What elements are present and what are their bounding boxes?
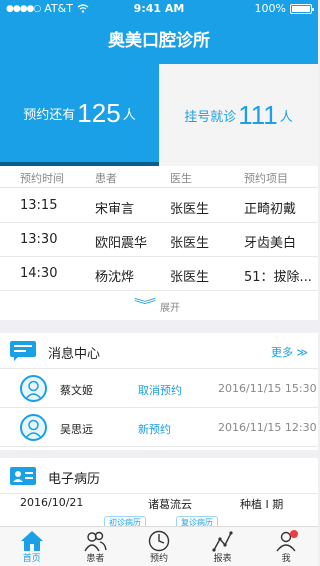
appointment-time: 13:15 bbox=[20, 198, 58, 213]
tab-label: 预约 bbox=[149, 554, 168, 564]
patient-name: 宋审言 bbox=[95, 202, 135, 217]
tab-appointments[interactable]: 预约 bbox=[127, 527, 191, 566]
medical-records-header: 电子病历 bbox=[0, 458, 318, 494]
chart-icon bbox=[211, 531, 233, 552]
double-chevron-right-icon: ≫ bbox=[296, 346, 308, 359]
page-title: 奥美口腔诊所 bbox=[108, 31, 210, 51]
battery-icon bbox=[290, 3, 314, 14]
message-datetime: 2016/11/15 12:30 bbox=[218, 421, 317, 434]
list-item[interactable]: 吴思远 新预约 2016/11/15 12:30 bbox=[0, 409, 318, 447]
appointment-table: 预约时间 患者 医生 预约项目 13:15 宋审言 张医生 正畸初戴 13:30… bbox=[0, 166, 318, 320]
status-bar: ●●●●○ AT&T 9:41 AM 100% bbox=[0, 0, 318, 18]
tab-label: 报表 bbox=[213, 554, 232, 564]
tab-home[interactable]: 首页 bbox=[0, 527, 64, 566]
appointment-time: 13:30 bbox=[20, 232, 58, 247]
record-patient: 诸葛流云 bbox=[148, 498, 192, 511]
follow-up-record-tag[interactable]: 复诊病历 bbox=[176, 516, 218, 526]
id-card-icon bbox=[10, 467, 36, 485]
message-sender: 蔡文姬 bbox=[60, 384, 93, 397]
table-header: 预约时间 患者 医生 预约项目 bbox=[0, 166, 318, 188]
tab-bar: 首页 患者 预约 报表 我 bbox=[0, 526, 318, 566]
walkins-stat-unit: 人 bbox=[279, 109, 293, 125]
tab-label: 我 bbox=[281, 554, 291, 564]
message-icon bbox=[10, 341, 36, 361]
home-icon bbox=[20, 531, 43, 551]
expand-button[interactable]: ︾ 展开 bbox=[0, 294, 318, 318]
chevron-down-icon: ︾ bbox=[133, 298, 157, 314]
appointment-item: 正畸初戴 bbox=[244, 202, 297, 217]
patient-name: 杨沈烨 bbox=[95, 270, 135, 285]
app-header: ●●●●○ AT&T 9:41 AM 100% 奥美口腔诊所 bbox=[0, 0, 318, 64]
message-datetime: 2016/11/15 15:30 bbox=[218, 382, 317, 395]
doctor-name: 张医生 bbox=[170, 270, 210, 285]
avatar bbox=[20, 414, 47, 441]
appointments-stat-value: 125 bbox=[77, 97, 121, 128]
list-item[interactable]: 蔡文姬 取消预约 2016/11/15 15:30 bbox=[0, 370, 318, 408]
first-visit-record-tag[interactable]: 初诊病历 bbox=[104, 516, 146, 526]
appointments-stat-unit: 人 bbox=[122, 107, 136, 123]
expand-label: 展开 bbox=[160, 302, 180, 314]
appointments-stat-tab[interactable]: 预约还有 125 人 bbox=[0, 64, 159, 166]
walkins-stat-value: 111 bbox=[238, 99, 278, 130]
stats-panel: 预约还有 125 人 挂号就诊 111 人 bbox=[0, 64, 318, 166]
tab-patients[interactable]: 患者 bbox=[64, 527, 128, 566]
tab-label: 首页 bbox=[22, 554, 41, 564]
appointment-time: 14:30 bbox=[20, 266, 58, 281]
table-row[interactable]: 13:30 欧阳震华 张医生 牙齿美白 bbox=[0, 223, 318, 257]
record-item: 种植 I 期 bbox=[240, 498, 284, 511]
medical-records: 电子病历 2016/10/21 诸葛流云 种植 I 期 初诊病历 复诊病历 bbox=[0, 458, 318, 526]
message-center-title: 消息中心 bbox=[48, 347, 101, 362]
tab-me[interactable]: 我 bbox=[254, 527, 318, 566]
doctor-name: 张医生 bbox=[170, 236, 210, 251]
column-header: 医生 bbox=[170, 172, 192, 185]
walkins-stat-tab[interactable]: 挂号就诊 111 人 bbox=[159, 64, 318, 166]
doctor-name: 张医生 bbox=[170, 202, 210, 217]
appointment-item: 51：拔除... bbox=[244, 270, 312, 285]
column-header: 预约时间 bbox=[20, 172, 64, 185]
more-link[interactable]: 更多 ≫ bbox=[271, 344, 308, 360]
appointment-item: 牙齿美白 bbox=[244, 236, 297, 251]
patient-name: 欧阳震华 bbox=[95, 236, 148, 251]
walkins-stat-label: 挂号就诊 bbox=[184, 109, 237, 125]
message-center-header: 消息中心 更多 ≫ bbox=[0, 333, 318, 369]
message-action: 新预约 bbox=[138, 423, 171, 436]
more-label: 更多 bbox=[270, 346, 293, 359]
column-header: 预约项目 bbox=[244, 172, 288, 185]
clock-icon bbox=[148, 530, 170, 552]
message-sender: 吴思远 bbox=[60, 423, 93, 436]
message-center: 消息中心 更多 ≫ 蔡文姬 取消预约 2016/11/15 15:30 吴思远 … bbox=[0, 333, 318, 450]
tab-reports[interactable]: 报表 bbox=[191, 527, 255, 566]
message-action: 取消预约 bbox=[138, 384, 182, 397]
patients-icon bbox=[84, 531, 108, 552]
record-date: 2016/10/21 bbox=[20, 496, 84, 509]
appointments-stat-label: 预约还有 bbox=[23, 107, 76, 123]
table-row[interactable]: 14:30 杨沈烨 张医生 51：拔除... bbox=[0, 257, 318, 291]
record-row[interactable]: 2016/10/21 诸葛流云 种植 I 期 bbox=[0, 494, 318, 514]
medical-records-title: 电子病历 bbox=[48, 472, 101, 487]
column-header: 患者 bbox=[95, 172, 117, 185]
avatar bbox=[20, 375, 47, 402]
battery-percent: 100% bbox=[254, 2, 286, 15]
table-row[interactable]: 13:15 宋审言 张医生 正畸初戴 bbox=[0, 189, 318, 223]
tab-label: 患者 bbox=[86, 554, 105, 564]
